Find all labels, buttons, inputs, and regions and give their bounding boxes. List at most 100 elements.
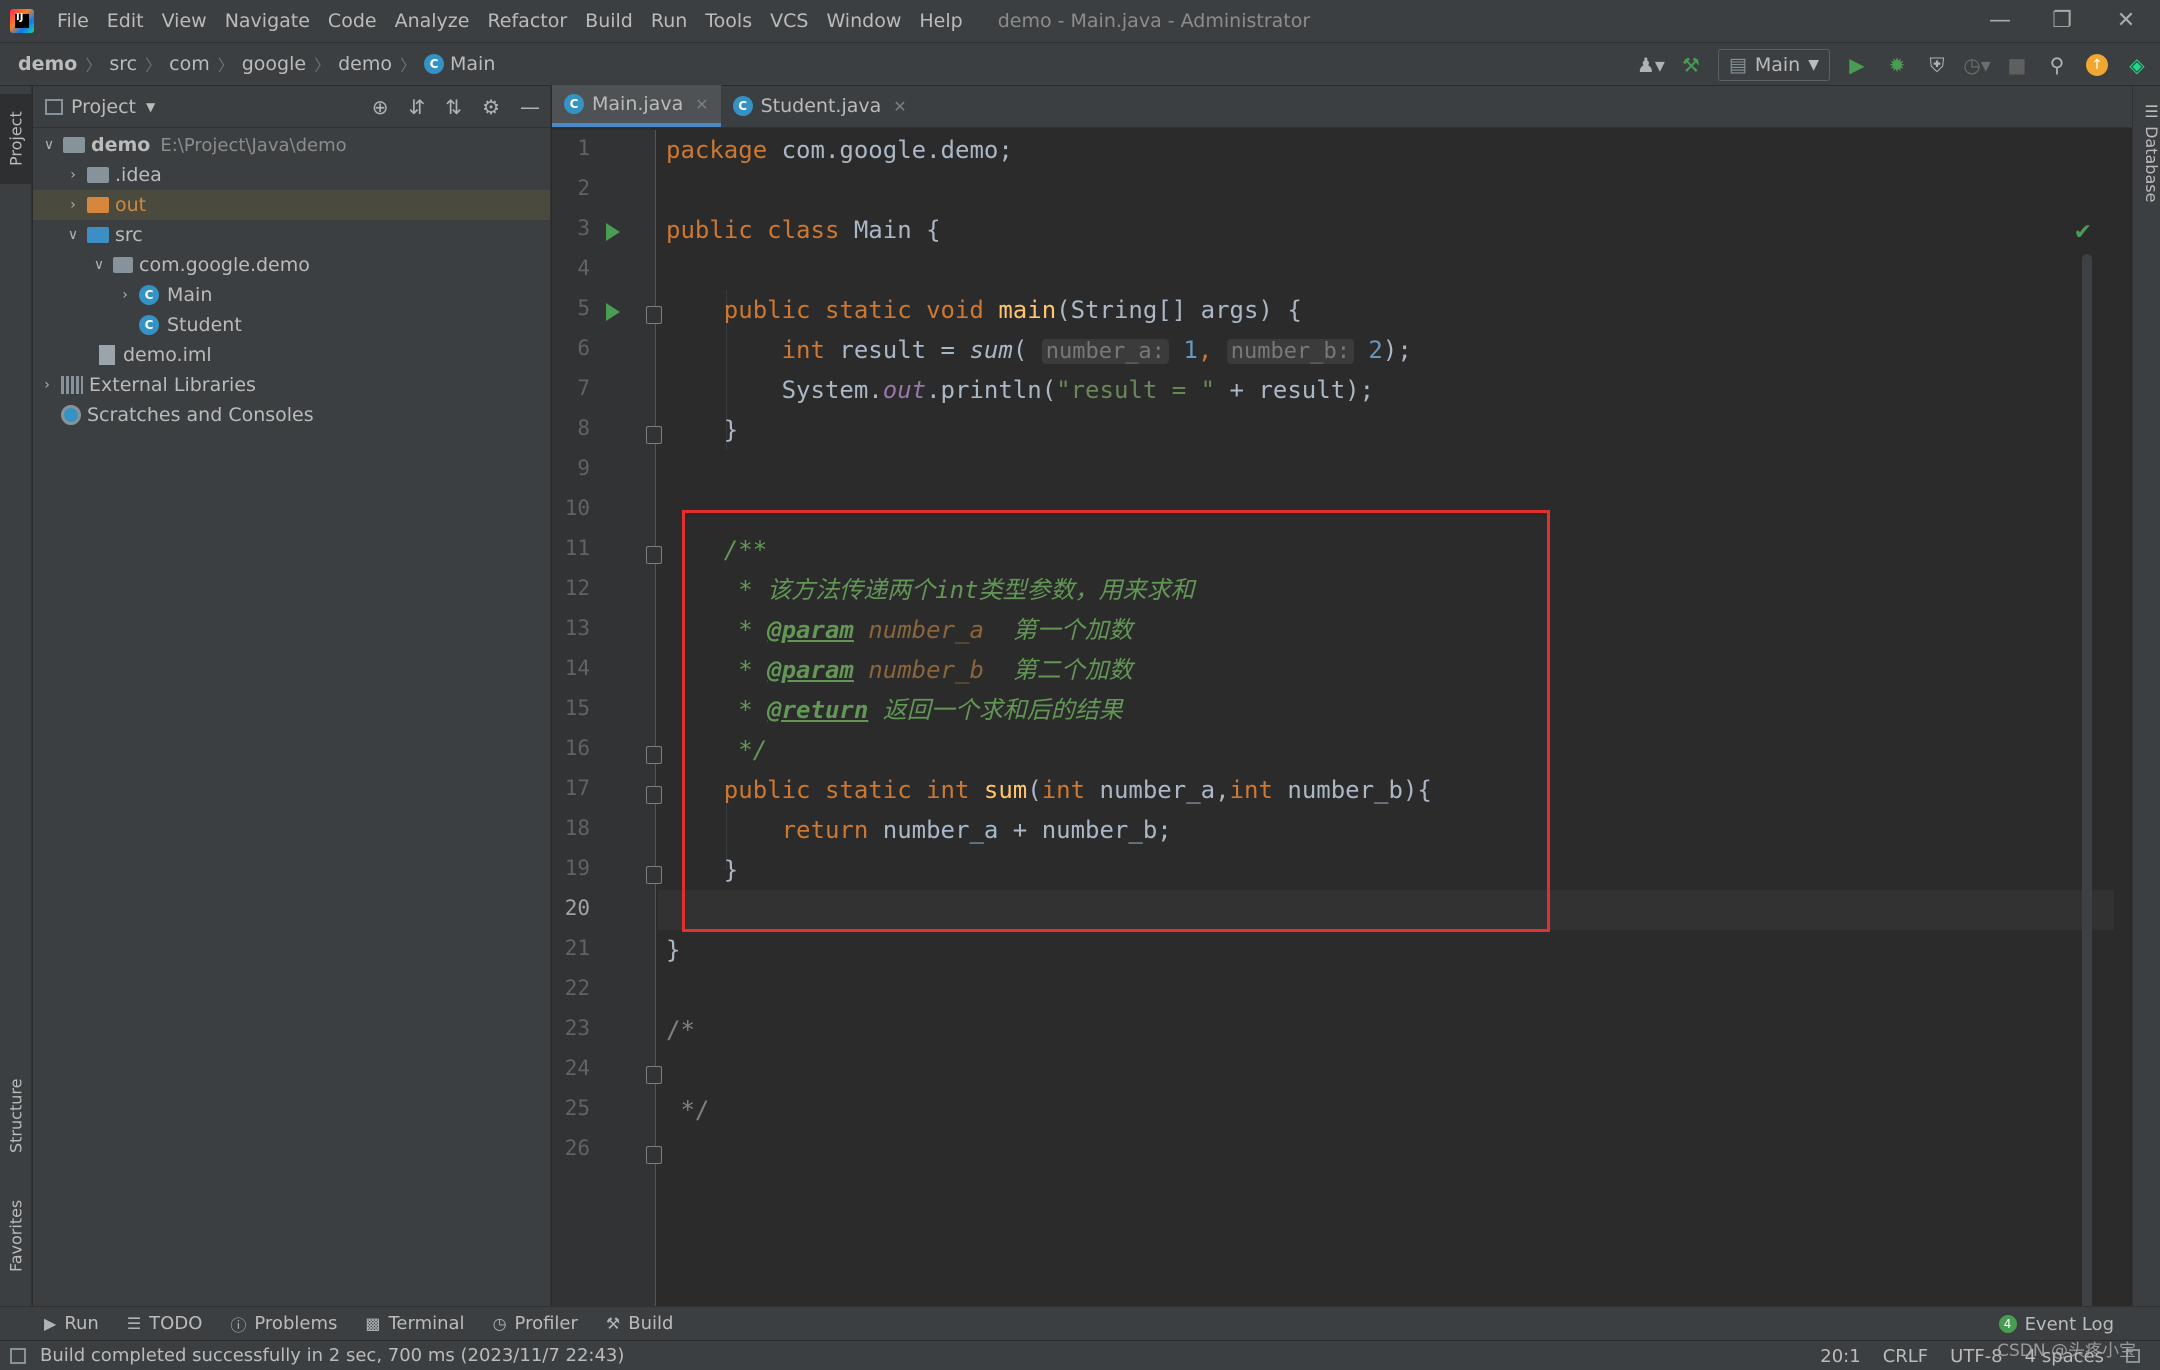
expand-all-icon[interactable]: ⇵: [409, 95, 426, 119]
gear-icon[interactable]: ⚙: [482, 95, 500, 119]
tool-profiler[interactable]: ◷ Profiler: [493, 1313, 578, 1334]
annotation-highlight-box: [682, 510, 1550, 932]
tool-todo[interactable]: ☰ TODO: [127, 1313, 203, 1334]
file-encoding[interactable]: UTF-8: [1950, 1346, 2002, 1367]
tab-main-java[interactable]: C Main.java ✕: [552, 85, 721, 127]
tool-tab-project[interactable]: Project: [0, 94, 32, 184]
update-icon[interactable]: ↑: [2084, 52, 2110, 78]
menu-edit[interactable]: Edit: [98, 10, 153, 32]
chevron-right-icon[interactable]: ›: [63, 167, 83, 183]
menu-vcs[interactable]: VCS: [761, 10, 817, 32]
menu-file[interactable]: File: [48, 10, 98, 32]
tool-terminal[interactable]: ▩ Terminal: [365, 1313, 464, 1334]
tool-run[interactable]: ▶ Run: [44, 1313, 99, 1334]
breadcrumb-separator-icon: 〉: [217, 56, 234, 75]
hammer-icon: ⚒: [605, 1314, 621, 1333]
hide-icon[interactable]: —: [520, 95, 540, 119]
close-icon[interactable]: ✕: [2106, 6, 2146, 36]
coverage-icon[interactable]: ⛨: [1924, 52, 1950, 78]
line-number: 2: [577, 176, 590, 200]
stop-icon[interactable]: ■: [2004, 52, 2030, 78]
class-icon: C: [424, 54, 444, 74]
menu-tools[interactable]: Tools: [696, 10, 761, 32]
tree-item-student[interactable]: C Student: [33, 310, 550, 340]
debug-icon[interactable]: ✹: [1884, 52, 1910, 78]
menu-help[interactable]: Help: [910, 10, 971, 32]
user-icon[interactable]: ♟▾: [1637, 52, 1665, 78]
chevron-down-icon[interactable]: ∨: [63, 227, 83, 243]
chevron-right-icon[interactable]: ›: [37, 377, 57, 393]
line-number: 1: [577, 136, 590, 160]
tree-item-demo-iml[interactable]: demo.iml: [33, 340, 550, 370]
tree-item-src[interactable]: ∨ src: [33, 220, 550, 250]
close-icon[interactable]: ✕: [695, 95, 708, 114]
run-icon[interactable]: ▶: [1844, 52, 1870, 78]
tree-item-label: .idea: [115, 164, 162, 186]
intellij-logo-icon: IJ: [10, 9, 34, 33]
breadcrumb-project[interactable]: demo: [18, 53, 77, 75]
menu-view[interactable]: View: [153, 10, 216, 32]
chevron-down-icon[interactable]: ▼: [146, 100, 155, 114]
chevron-right-icon[interactable]: ›: [63, 197, 83, 213]
menu-window[interactable]: Window: [817, 10, 910, 32]
number-literal: 1: [1183, 336, 1198, 364]
tool-problems[interactable]: ⓘ Problems: [230, 1312, 337, 1336]
chevron-right-icon[interactable]: ›: [115, 287, 135, 303]
tree-item-main[interactable]: › C Main: [33, 280, 550, 310]
line-separator[interactable]: CRLF: [1883, 1346, 1928, 1367]
class-icon: C: [732, 96, 753, 116]
menu-run[interactable]: Run: [642, 10, 696, 32]
bottom-tool-bar: ▶ Run ☰ TODO ⓘ Problems ▩ Terminal ◷ Profiler…: [0, 1306, 2160, 1340]
menu-build[interactable]: Build: [576, 10, 642, 32]
menu-analyze[interactable]: Analyze: [386, 10, 479, 32]
line-number-current: 20: [564, 896, 590, 920]
status-panel-icon[interactable]: [10, 1348, 26, 1364]
code-text: );: [1382, 336, 1412, 364]
tool-tab-favorites[interactable]: Favorites: [0, 1186, 32, 1286]
chevron-down-icon[interactable]: ∨: [39, 137, 59, 153]
plugin-icon[interactable]: ◈: [2124, 52, 2150, 78]
minimize-icon[interactable]: —: [1980, 6, 2020, 36]
build-hammer-icon[interactable]: ⚒: [1678, 52, 1704, 78]
tree-item-idea[interactable]: › .idea: [33, 160, 550, 190]
inspection-ok-icon[interactable]: ✔: [2074, 220, 2092, 245]
restore-icon[interactable]: ❐: [2042, 6, 2082, 36]
menu-refactor[interactable]: Refactor: [478, 10, 576, 32]
status-message[interactable]: Build completed successfully in 2 sec, 7…: [40, 1345, 624, 1366]
line-number: 26: [564, 1136, 590, 1160]
locate-icon[interactable]: ⊕: [372, 95, 389, 119]
run-gutter-icon[interactable]: [606, 303, 620, 321]
menu-navigate[interactable]: Navigate: [216, 10, 319, 32]
breadcrumb-src[interactable]: src: [109, 53, 137, 75]
tool-tab-structure[interactable]: Structure: [0, 1066, 32, 1166]
tab-student-java[interactable]: C Student.java ✕: [721, 85, 919, 127]
block-comment: */: [666, 1096, 710, 1124]
run-configuration-select[interactable]: ▤ Main ▼: [1717, 49, 1830, 81]
tree-item-external-libraries[interactable]: › External Libraries: [33, 370, 550, 400]
search-icon[interactable]: ⚲: [2044, 52, 2070, 78]
keyword: int: [781, 336, 825, 364]
caret-position[interactable]: 20:1: [1820, 1346, 1860, 1367]
profile-icon[interactable]: ◷▾: [1963, 52, 1991, 78]
chevron-down-icon[interactable]: ∨: [89, 257, 109, 273]
breadcrumb-google[interactable]: google: [242, 53, 306, 75]
collapse-all-icon[interactable]: ⇅: [445, 95, 462, 119]
line-number: 16: [564, 736, 590, 760]
breadcrumb-main[interactable]: Main: [450, 53, 495, 75]
function-call: sum: [969, 336, 1013, 364]
tool-tab-database[interactable]: ☰ Database: [2133, 102, 2160, 202]
menu-code[interactable]: Code: [319, 10, 386, 32]
project-panel-title[interactable]: Project: [71, 96, 136, 118]
tree-item-demo[interactable]: ∨ demo E:\Project\Java\demo: [33, 130, 550, 160]
tree-item-package[interactable]: ∨ com.google.demo: [33, 250, 550, 280]
breadcrumb-com[interactable]: com: [169, 53, 210, 75]
tree-item-out[interactable]: › out: [33, 190, 550, 220]
close-icon[interactable]: ✕: [893, 97, 906, 116]
tab-label: Main.java: [592, 93, 684, 115]
tool-build[interactable]: ⚒ Build: [606, 1313, 674, 1334]
breadcrumb-demo[interactable]: demo: [338, 53, 392, 75]
code-line-1: package com.google.demo;: [658, 130, 1013, 170]
tree-item-scratches[interactable]: Scratches and Consoles: [33, 400, 550, 430]
run-gutter-icon[interactable]: [606, 223, 620, 241]
editor-scrollbar[interactable]: [2082, 254, 2092, 1318]
